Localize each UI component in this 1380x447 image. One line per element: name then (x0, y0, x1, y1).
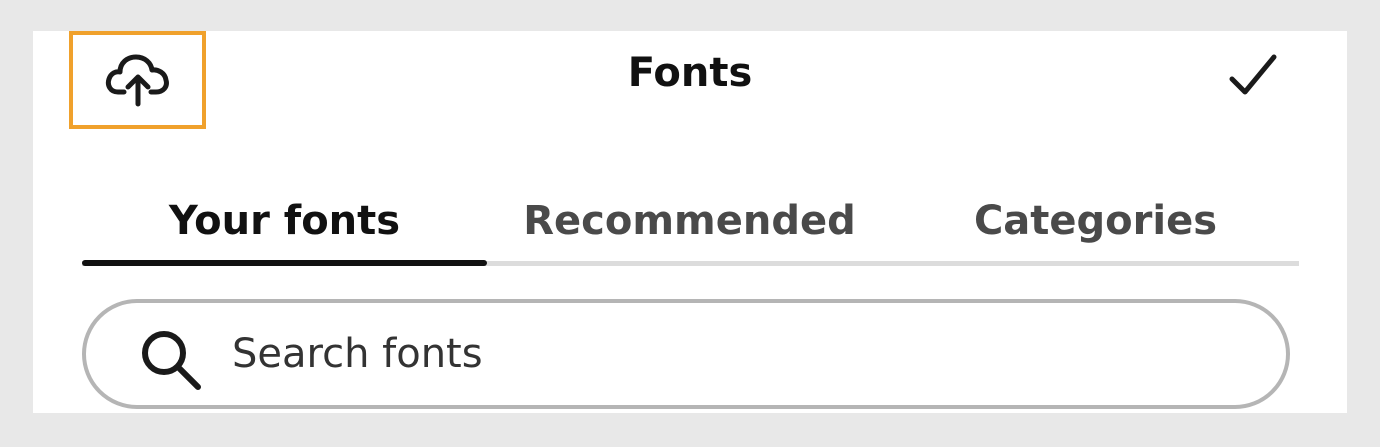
search-bar[interactable] (82, 299, 1290, 409)
tab-categories[interactable]: Categories (892, 181, 1299, 261)
page-title: Fonts (627, 50, 753, 96)
search-input[interactable] (232, 321, 1232, 387)
font-tabs: Your fonts Recommended Categories (82, 181, 1299, 267)
done-button[interactable] (1223, 45, 1283, 105)
tab-active-indicator (82, 260, 487, 266)
search-icon (142, 331, 201, 390)
fonts-panel: Fonts Your fonts Recommended Categories (33, 31, 1347, 413)
tab-recommended[interactable]: Recommended (487, 181, 892, 261)
checkmark-icon (1229, 54, 1277, 95)
tab-your-fonts[interactable]: Your fonts (82, 181, 487, 261)
